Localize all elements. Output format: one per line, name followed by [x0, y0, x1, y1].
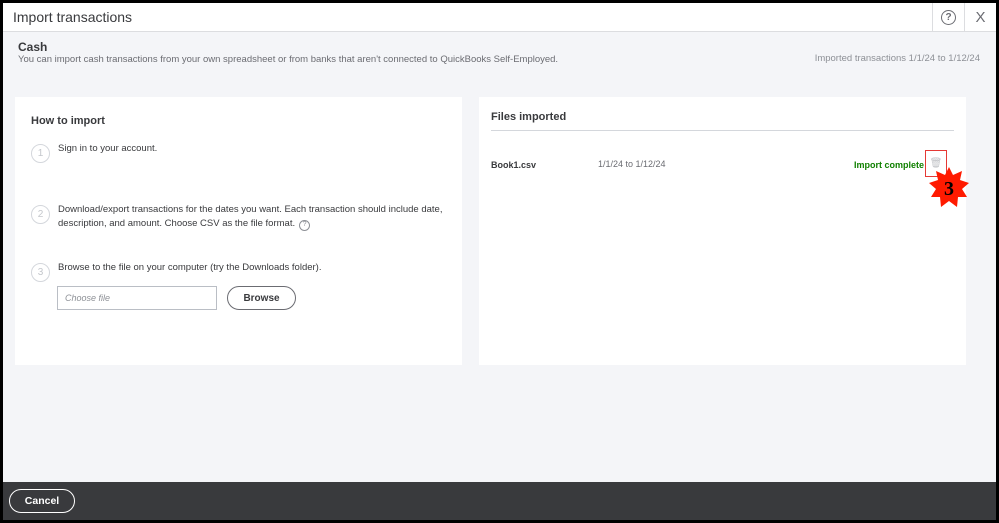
how-to-title: How to import [31, 115, 105, 127]
title-bar: Import transactions ? X [3, 3, 996, 32]
browse-button[interactable]: Browse [227, 286, 296, 310]
account-name: Cash [18, 40, 48, 54]
file-name: Book1.csv [491, 160, 537, 170]
step-number: 3 [31, 263, 50, 282]
files-title: Files imported [491, 111, 567, 123]
help-icon[interactable]: ? [299, 219, 311, 231]
close-button[interactable]: X [964, 3, 996, 32]
imported-range: Imported transactions 1/1/24 to 1/12/24 [814, 53, 980, 64]
close-icon: X [975, 9, 986, 26]
footer-bar: Cancel [3, 482, 996, 520]
step-2: 2 Download/export transactions for the d… [31, 204, 451, 231]
import-dialog: Import transactions ? X Cash You can imp… [3, 3, 996, 520]
step-1: 1 Sign in to your account. [31, 143, 158, 163]
account-description: You can import cash transactions from yo… [18, 54, 559, 65]
how-to-import-panel: How to import 1 Sign in to your account.… [15, 97, 462, 365]
step-number: 1 [31, 144, 50, 163]
cancel-button[interactable]: Cancel [9, 489, 75, 513]
step-annotation-badge: 3 [929, 167, 969, 207]
step-text: Sign in to your account. [58, 143, 158, 154]
help-button[interactable]: ? [932, 3, 964, 32]
file-status: Import complete [854, 160, 925, 170]
step-text: Browse to the file on your computer (try… [58, 262, 322, 273]
help-icon: ? [941, 10, 956, 25]
file-range: 1/1/24 to 1/12/24 [598, 159, 666, 169]
annotation-label: 3 [944, 178, 954, 200]
dialog-title: Import transactions [13, 9, 133, 25]
step-text: Download/export transactions for the dat… [58, 204, 443, 229]
choose-file-input[interactable]: Choose file [57, 286, 217, 310]
files-imported-panel: Files imported Book1.csv 1/1/24 to 1/12/… [479, 97, 969, 365]
step-3: 3 Browse to the file on your computer (t… [31, 262, 322, 282]
divider [491, 130, 954, 131]
step-number: 2 [31, 205, 50, 224]
